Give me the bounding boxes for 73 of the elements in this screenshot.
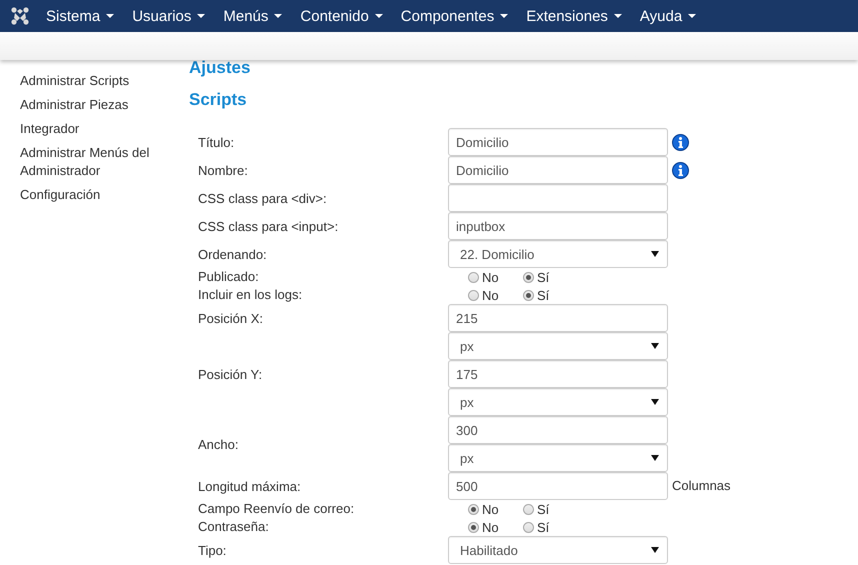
info-icon[interactable] [672, 162, 689, 179]
radio-option[interactable]: No [468, 270, 523, 284]
radio-button[interactable] [468, 504, 479, 514]
logo-icon[interactable] [11, 7, 29, 25]
text-field[interactable]: 175 [448, 360, 668, 388]
caret-icon [274, 14, 282, 18]
section-heading: Scripts [189, 90, 248, 110]
radio-option[interactable]: Sí [523, 288, 578, 302]
text-field[interactable]: Domicilio [448, 128, 668, 156]
radio-button[interactable] [468, 522, 479, 532]
sidebar-link[interactable]: Administrar Piezas [20, 96, 170, 114]
field-label: Tipo: [198, 542, 228, 558]
sidebar-link[interactable]: Configuración [20, 186, 170, 204]
info-icon[interactable] [672, 134, 689, 151]
caret-icon [500, 14, 508, 18]
section-heading: Ajustes [189, 58, 252, 78]
radio-button[interactable] [468, 290, 479, 300]
select-dropdown[interactable]: px [448, 444, 668, 472]
select-dropdown[interactable]: 22. Domicilio [448, 240, 668, 268]
menu-item[interactable]: Contenido [300, 8, 383, 24]
text-field[interactable]: 215 [448, 304, 668, 332]
text-field[interactable]: Domicilio [448, 156, 668, 184]
dropdown-arrow-icon [651, 547, 659, 553]
radio-option[interactable]: Sí [523, 502, 578, 516]
unit-label: Columnas [672, 478, 731, 493]
radio-option[interactable]: Sí [523, 270, 578, 284]
radio-option[interactable]: No [468, 288, 523, 302]
menu-item[interactable]: Extensiones [526, 8, 622, 24]
text-field[interactable]: inputbox [448, 212, 668, 240]
radio-option[interactable]: No [468, 502, 523, 516]
radio-button[interactable] [523, 504, 534, 514]
dropdown-arrow-icon [651, 343, 659, 349]
text-field[interactable] [448, 184, 668, 212]
caret-icon [106, 14, 114, 18]
sidebar-link[interactable]: Integrador [20, 120, 170, 138]
field-label: Nombre: [198, 162, 249, 178]
caret-icon [197, 14, 206, 18]
select-dropdown[interactable]: Habilitado [448, 536, 668, 564]
sidebar-link[interactable]: Administrar Menús del Administrador [20, 144, 170, 180]
menu-item[interactable]: Menús [223, 8, 282, 24]
caret-icon [374, 14, 383, 18]
radio-button[interactable] [523, 522, 534, 532]
field-label: Publicado: [198, 268, 260, 286]
field-label: Incluir en los logs: [198, 286, 304, 304]
field-label: CSS class para <input>: [198, 218, 340, 234]
select-dropdown[interactable]: px [448, 388, 668, 416]
menu-item[interactable]: Ayuda [640, 8, 696, 24]
field-label: Contraseña: [198, 518, 270, 536]
radio-option[interactable]: Sí [523, 520, 578, 534]
field-label: Posición Y: [198, 366, 264, 382]
field-label: Ordenando: [198, 246, 268, 262]
field-label: Ancho: [198, 436, 240, 452]
sidebar-link[interactable]: Administrar Scripts [20, 72, 170, 90]
field-label: Campo Reenvío de correo: [198, 500, 356, 518]
caret-icon [688, 14, 696, 18]
field-label: Longitud máxima: [198, 478, 302, 494]
radio-button[interactable] [523, 290, 534, 300]
text-field[interactable]: 300 [448, 416, 668, 444]
field-label: Posición X: [198, 310, 264, 326]
menu-item[interactable]: Usuarios [132, 8, 206, 24]
menu-item[interactable]: Componentes [400, 8, 508, 24]
caret-icon [614, 14, 622, 18]
field-label: CSS class para <div>: [198, 190, 328, 206]
radio-option[interactable]: No [468, 520, 523, 534]
radio-button[interactable] [523, 272, 534, 282]
field-label: Título: [198, 134, 236, 150]
select-dropdown[interactable]: px [448, 332, 668, 360]
text-field[interactable]: 500 [448, 472, 668, 500]
dropdown-arrow-icon [651, 455, 659, 461]
menu-item[interactable]: Sistema [46, 8, 114, 24]
dropdown-arrow-icon [651, 251, 659, 257]
dropdown-arrow-icon [651, 399, 659, 405]
radio-button[interactable] [468, 272, 479, 282]
